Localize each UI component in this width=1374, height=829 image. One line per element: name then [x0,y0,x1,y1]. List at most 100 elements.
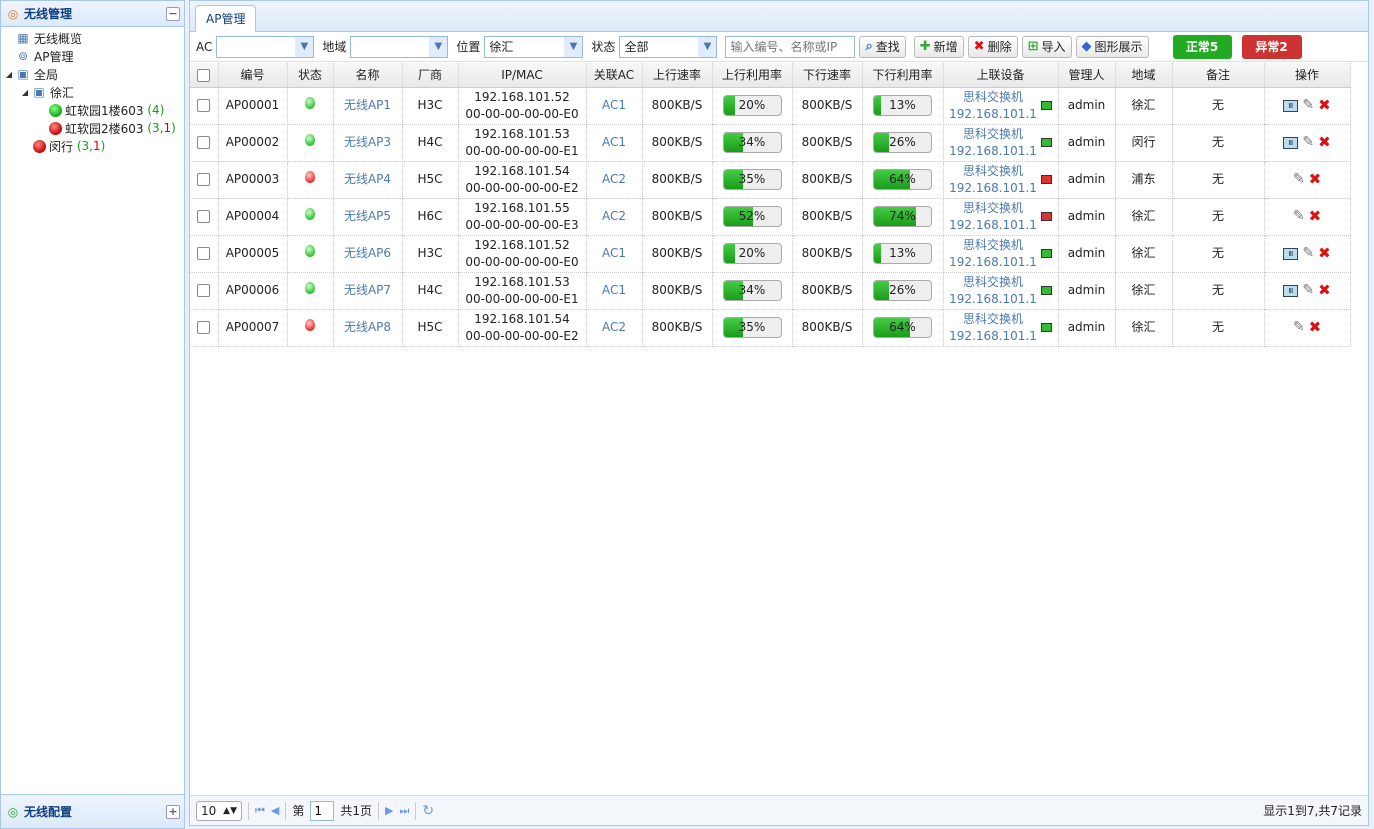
col-id-header[interactable]: 编号 [218,63,288,88]
chevron-down-icon[interactable]: ▼ [698,36,717,57]
collapse-arrow-icon[interactable]: ◢ [3,70,15,79]
uplink-device-link[interactable]: 思科交换机 192.168.101.1 [949,311,1037,345]
col-ipmac-header[interactable]: IP/MAC [458,63,587,88]
col-name-header[interactable]: 名称 [333,63,403,88]
uplink-device-link[interactable]: 思科交换机 192.168.101.1 [949,274,1037,308]
ap-name-link[interactable]: 无线AP8 [344,320,391,334]
sidebar-footer[interactable]: ◎ 无线配置 + [1,794,184,828]
collapse-button[interactable]: − [166,6,180,21]
tree-item-xuhui[interactable]: ◢ ▣ 徐汇 [1,83,184,101]
col-uplink-device-header[interactable]: 上联设备 [943,63,1059,88]
edit-icon[interactable]: ✎ [1293,208,1305,225]
delete-icon[interactable]: ✖ [1318,282,1331,299]
normal-count-button[interactable]: 正常5 [1172,34,1232,59]
tree-item-overview[interactable]: ▦ 无线概览 [1,29,184,47]
col-ac-header[interactable]: 关联AC [586,63,643,88]
ac-link[interactable]: AC1 [602,135,626,149]
add-button[interactable]: ✚ 新增 [913,35,964,58]
delete-icon[interactable]: ✖ [1309,208,1322,225]
monitor-icon[interactable]: Ⅲ [1283,136,1299,149]
state-select[interactable]: 全部 ▼ [619,35,718,58]
col-down-rate-header[interactable]: 下行速率 [792,63,863,88]
delete-button[interactable]: ✖ 删除 [967,35,1018,58]
uplink-device-link[interactable]: 思科交换机 192.168.101.1 [949,126,1037,160]
next-page-icon[interactable]: ▶ [385,804,393,817]
col-remark-header[interactable]: 备注 [1172,63,1265,88]
first-page-icon[interactable]: ⏮ [255,804,265,818]
edit-icon[interactable]: ✎ [1302,245,1314,262]
edit-icon[interactable]: ✎ [1302,282,1314,299]
chevron-down-icon[interactable]: ▼ [564,36,583,57]
graph-button[interactable]: ◆ 图形展示 [1075,35,1149,58]
delete-icon[interactable]: ✖ [1318,97,1331,114]
col-ops-header[interactable]: 操作 [1264,63,1351,88]
edit-icon[interactable]: ✎ [1293,319,1305,336]
monitor-icon[interactable]: Ⅲ [1283,247,1299,260]
col-status-header[interactable]: 状态 [287,63,334,88]
region-select[interactable]: ▼ [350,35,449,58]
row-checkbox[interactable] [197,210,211,223]
select-all-checkbox[interactable] [197,68,211,82]
tree-item-building2[interactable]: 虹软园2楼603 (3, 1) [1,119,184,137]
uplink-device-link[interactable]: 思科交换机 192.168.101.1 [949,89,1037,123]
ac-link[interactable]: AC1 [602,98,626,112]
monitor-icon[interactable]: Ⅲ [1283,284,1299,297]
search-input[interactable] [725,35,856,58]
col-vendor-header[interactable]: 厂商 [402,63,459,88]
edit-icon[interactable]: ✎ [1293,171,1305,188]
tree-item-ap-manage[interactable]: ⊚ AP管理 [1,47,184,65]
col-region-header[interactable]: 地域 [1115,63,1173,88]
prev-page-icon[interactable]: ◀ [271,804,279,817]
row-checkbox[interactable] [197,136,211,149]
ap-name-link[interactable]: 无线AP6 [344,246,391,260]
row-checkbox[interactable] [197,99,211,112]
collapse-arrow-icon[interactable]: ◢ [19,88,31,97]
ap-name-link[interactable]: 无线AP3 [344,135,391,149]
tree-item-minhang[interactable]: 闵行 (3, 1) [1,137,184,155]
col-up-util-header[interactable]: 上行利用率 [712,63,793,88]
ac-select[interactable]: ▼ [216,35,315,58]
delete-icon[interactable]: ✖ [1309,319,1322,336]
chevron-down-icon[interactable]: ▼ [295,36,314,57]
ap-name-link[interactable]: 无线AP5 [344,209,391,223]
uplink-device-link[interactable]: 思科交换机 192.168.101.1 [949,237,1037,271]
edit-icon[interactable]: ✎ [1302,97,1314,114]
tree-item-all[interactable]: ◢ ▣ 全局 [1,65,184,83]
refresh-icon[interactable]: ↻ [422,803,434,819]
tree-item-building1[interactable]: 虹软园1楼603 (4) [1,101,184,119]
edit-icon[interactable]: ✎ [1302,134,1314,151]
col-admin-header[interactable]: 管理人 [1058,63,1116,88]
delete-icon[interactable]: ✖ [1318,245,1331,262]
col-up-rate-header[interactable]: 上行速率 [642,63,713,88]
chevron-down-icon[interactable]: ▼ [429,36,448,57]
delete-icon[interactable]: ✖ [1318,134,1331,151]
position-select[interactable]: 徐汇 ▼ [484,35,584,58]
import-button[interactable]: ⊞ 导入 [1021,35,1072,58]
row-checkbox[interactable] [197,247,211,260]
ac-link[interactable]: AC2 [602,172,626,186]
page-input[interactable] [310,800,335,821]
sidebar-header[interactable]: ◎ 无线管理 − [1,1,184,27]
delete-icon[interactable]: ✖ [1309,171,1322,188]
ops-cell: Ⅲ ✎ ✖ [1264,235,1351,273]
ac-link[interactable]: AC2 [602,320,626,334]
row-checkbox[interactable] [197,284,211,297]
ac-link[interactable]: AC1 [602,283,626,297]
page-size-select[interactable]: 10 ▲▼ [196,800,242,821]
ap-name-link[interactable]: 无线AP4 [344,172,391,186]
row-checkbox[interactable] [197,173,211,186]
ac-link[interactable]: AC2 [602,209,626,223]
expand-button[interactable]: + [166,804,180,819]
tab-ap-manage[interactable]: AP管理 [195,5,257,32]
ac-link[interactable]: AC1 [602,246,626,260]
row-checkbox[interactable] [197,321,211,334]
ap-name-link[interactable]: 无线AP7 [344,283,391,297]
last-page-icon[interactable]: ⏭ [400,804,410,818]
monitor-icon[interactable]: Ⅲ [1283,99,1299,112]
uplink-device-link[interactable]: 思科交换机 192.168.101.1 [949,163,1037,197]
abnormal-count-button[interactable]: 异常2 [1241,34,1302,59]
search-button[interactable]: ⌕ 查找 [859,35,906,58]
col-down-util-header[interactable]: 下行利用率 [862,63,944,88]
uplink-device-link[interactable]: 思科交换机 192.168.101.1 [949,200,1037,234]
ap-name-link[interactable]: 无线AP1 [344,98,391,112]
